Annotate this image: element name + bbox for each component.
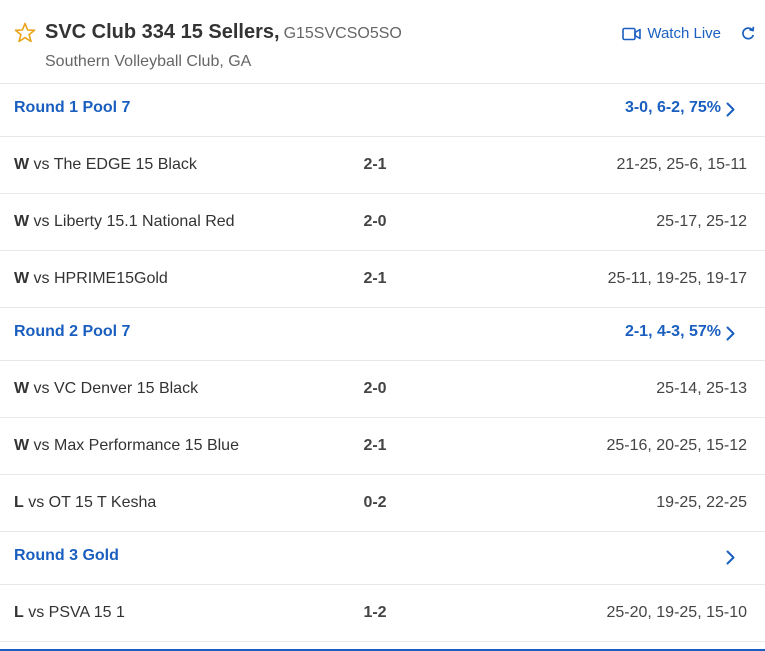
match-score: 2-1 xyxy=(363,156,387,173)
match-result: W xyxy=(14,270,30,287)
watch-live-button[interactable]: Watch Live xyxy=(622,25,721,42)
round-title: Round 3 Gold xyxy=(14,547,119,564)
match-result: L xyxy=(14,494,24,511)
star-icon[interactable] xyxy=(13,21,37,45)
opponent-name: vs The EDGE 15 Black xyxy=(29,156,197,173)
match-set-scores: 25-16, 20-25, 15-12 xyxy=(606,437,747,454)
round-title: Round 2 Pool 7 xyxy=(14,323,131,340)
opponent-name: vs HPRIME15Gold xyxy=(29,270,168,287)
opponent-name: vs Liberty 15.1 National Red xyxy=(29,213,235,230)
team-header: SVC Club 334 15 Sellers, G15SVCSO5SO Sout… xyxy=(0,0,765,84)
club-name: Southern Volleyball Club, GA xyxy=(45,53,252,70)
match-score: 2-0 xyxy=(363,213,387,230)
match-result: W xyxy=(14,437,30,454)
opponent-name: vs OT 15 T Kesha xyxy=(23,494,157,511)
match-result: W xyxy=(14,213,30,230)
match-opponent: L vs PSVA 15 1 xyxy=(14,604,125,622)
match-score: 2-1 xyxy=(363,437,387,454)
match-result: W xyxy=(14,380,30,397)
opponent-name: vs Max Performance 15 Blue xyxy=(29,437,239,454)
round-header[interactable]: Round 3 Gold xyxy=(0,532,765,585)
match-opponent: W vs VC Denver 15 Black xyxy=(14,380,198,398)
rounds-list: Round 1 Pool 7 3-0, 6-2, 75% W vs The EDGE… xyxy=(0,84,765,642)
team-name: SVC Club 334 15 Sellers, G15SVCSO5SO xyxy=(45,21,402,44)
match-set-scores: 25-17, 25-12 xyxy=(656,213,747,230)
match-row[interactable]: W vs The EDGE 15 Black 2-1 21-25, 25-6, 15… xyxy=(0,137,765,194)
match-row[interactable]: L vs OT 15 T Kesha 0-2 19-25, 22-25 xyxy=(0,475,765,532)
match-opponent: W vs Liberty 15.1 National Red xyxy=(14,213,235,231)
match-opponent: L vs OT 15 T Kesha xyxy=(14,494,156,512)
team-code: G15SVCSO5SO xyxy=(283,25,402,42)
match-set-scores: 25-20, 19-25, 15-10 xyxy=(606,604,747,621)
match-result: W xyxy=(14,156,30,173)
team-name-text: SVC Club 334 15 Sellers, xyxy=(45,21,280,43)
round-chevron xyxy=(726,326,735,346)
chevron-right-icon xyxy=(726,326,735,341)
round-chevron xyxy=(726,102,735,122)
round-header[interactable]: Round 2 Pool 7 2-1, 4-3, 57% xyxy=(0,308,765,361)
match-opponent: W vs Max Performance 15 Blue xyxy=(14,437,239,455)
match-score: 2-1 xyxy=(363,270,387,287)
opponent-name: vs VC Denver 15 Black xyxy=(29,380,199,397)
round-summary: 2-1, 4-3, 57% xyxy=(624,323,721,340)
match-opponent: W vs HPRIME15Gold xyxy=(14,270,168,288)
match-set-scores: 21-25, 25-6, 15-11 xyxy=(616,156,747,173)
match-score: 0-2 xyxy=(363,494,387,511)
match-score: 1-2 xyxy=(363,604,387,621)
match-opponent: W vs The EDGE 15 Black xyxy=(14,156,197,174)
refresh-icon[interactable] xyxy=(741,26,755,41)
match-row[interactable]: L vs PSVA 15 1 1-2 25-20, 19-25, 15-10 xyxy=(0,585,765,642)
match-set-scores: 25-11, 19-25, 19-17 xyxy=(607,270,747,287)
match-row[interactable]: W vs Max Performance 15 Blue 2-1 25-16, 20… xyxy=(0,418,765,475)
chevron-right-icon xyxy=(726,550,735,565)
round-chevron xyxy=(726,550,735,570)
match-score: 2-0 xyxy=(363,380,387,397)
match-row[interactable]: W vs HPRIME15Gold 2-1 25-11, 19-25, 19-17 xyxy=(0,251,765,308)
opponent-name: vs PSVA 15 1 xyxy=(23,604,125,621)
match-set-scores: 25-14, 25-13 xyxy=(656,380,747,397)
match-row[interactable]: W vs VC Denver 15 Black 2-0 25-14, 25-13 xyxy=(0,361,765,418)
round-summary: 3-0, 6-2, 75% xyxy=(624,99,721,116)
watch-live-label: Watch Live xyxy=(647,25,721,42)
chevron-right-icon xyxy=(726,102,735,117)
match-result: L xyxy=(14,604,24,621)
match-set-scores: 19-25, 22-25 xyxy=(656,494,747,511)
video-camera-icon xyxy=(622,27,642,40)
round-header[interactable]: Round 1 Pool 7 3-0, 6-2, 75% xyxy=(0,84,765,137)
match-row[interactable]: W vs Liberty 15.1 National Red 2-0 25-17, … xyxy=(0,194,765,251)
round-title: Round 1 Pool 7 xyxy=(14,99,131,116)
